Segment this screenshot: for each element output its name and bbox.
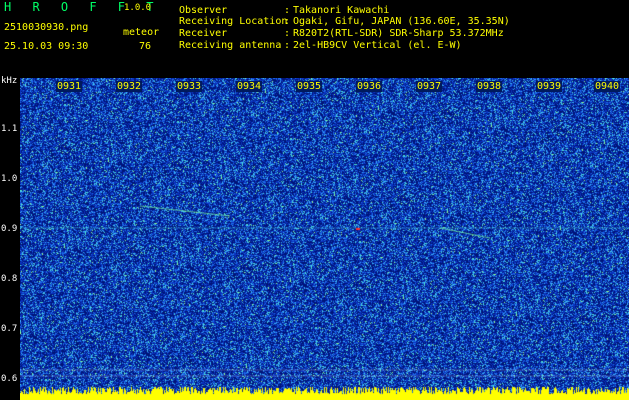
app-version: 1.0.0 <box>124 3 152 13</box>
info-label-observer: Observer <box>179 5 228 16</box>
info-label-antenna: Receiving antenna <box>179 40 282 51</box>
y-tick-label: 1.1 <box>1 124 18 134</box>
info-colon: : <box>284 5 291 16</box>
x-tick-label: 0935 <box>296 81 323 92</box>
y-tick-label: 0.9 <box>1 224 18 234</box>
info-value-observer: Takanori Kawachi <box>293 5 390 16</box>
x-tick-label: 0933 <box>176 81 203 92</box>
file-name: 2510030930.png <box>4 22 89 33</box>
x-tick-label: 0940 <box>594 81 621 92</box>
spectrogram <box>20 78 629 400</box>
info-colon: : <box>284 40 291 51</box>
meteor-label: meteor <box>123 27 160 38</box>
x-tick-label: 0934 <box>236 81 263 92</box>
y-tick-label: 0.6 <box>1 374 18 384</box>
y-axis-unit: kHz <box>1 76 18 86</box>
meteor-count: 76 <box>139 41 152 52</box>
timestamp: 25.10.03 09:30 <box>4 41 89 52</box>
x-tick-label: 0939 <box>536 81 563 92</box>
signal-level-bar <box>20 386 629 400</box>
x-tick-label: 0936 <box>356 81 383 92</box>
x-tick-label: 0931 <box>56 81 83 92</box>
y-tick-label: 0.8 <box>1 274 18 284</box>
x-tick-label: 0937 <box>416 81 443 92</box>
spectrogram-canvas <box>20 78 629 400</box>
x-tick-label: 0938 <box>476 81 503 92</box>
x-tick-label: 0932 <box>116 81 143 92</box>
info-label-receiver: Receiver <box>179 28 228 39</box>
y-tick-label: 0.7 <box>1 324 18 334</box>
info-value-receiver: R820T2(RTL-SDR) SDR-Sharp 53.372MHz <box>293 28 504 39</box>
info-value-location: Ogaki, Gifu, JAPAN (136.60E, 35.35N) <box>293 16 510 27</box>
info-colon: : <box>284 28 291 39</box>
info-value-antenna: 2el-HB9CV Vertical (el. E-W) <box>293 40 462 51</box>
y-tick-label: 1.0 <box>1 174 18 184</box>
info-colon: : <box>284 16 291 27</box>
info-label-location: Receiving Location <box>179 16 288 27</box>
